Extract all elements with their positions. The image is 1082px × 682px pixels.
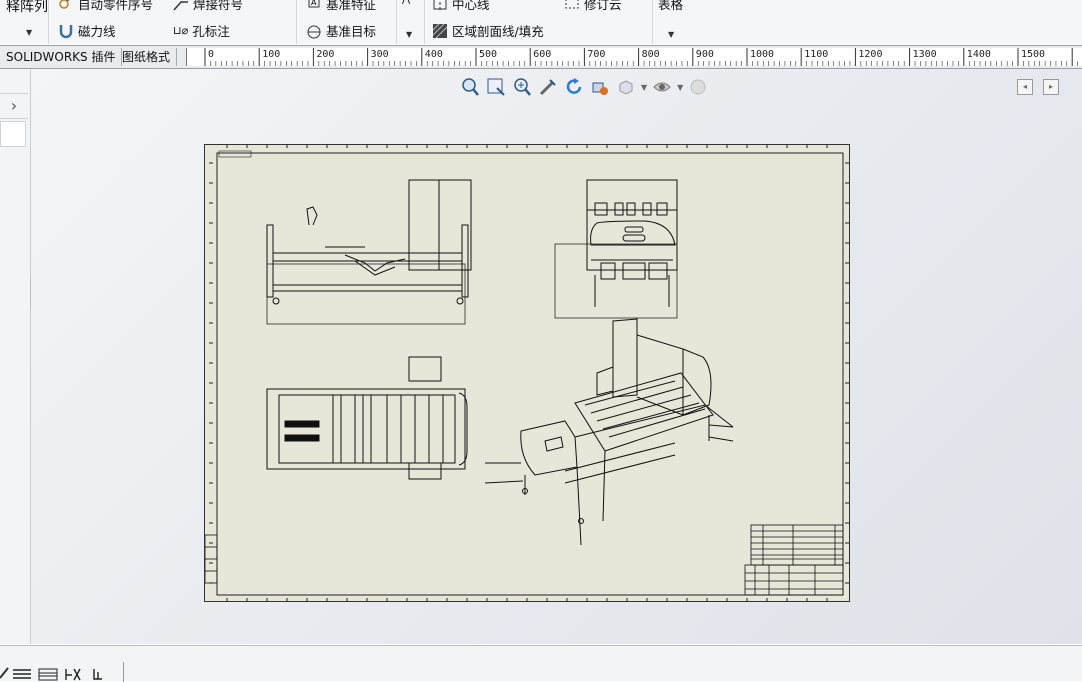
magnetic-line-icon	[59, 24, 73, 38]
magnetic-line-button[interactable]: 磁力线	[58, 21, 116, 40]
expand-panel-button[interactable]: ›	[0, 93, 28, 119]
area-hatch-icon	[432, 23, 448, 38]
magnetic-line-label: 磁力线	[78, 24, 116, 39]
zoom-in-out-icon[interactable]	[511, 77, 533, 97]
ruler-label: 100	[262, 49, 281, 60]
heads-up-view-toolbar: ▼ ▼	[459, 77, 709, 97]
chevron-down-icon[interactable]: ▼	[668, 30, 674, 39]
datum-feature-button[interactable]: A 基准特征	[306, 0, 376, 13]
feature-manager-collapsed: ›	[0, 69, 31, 644]
ruler-label: 1400	[966, 49, 991, 60]
pan-icon[interactable]	[537, 77, 559, 97]
view-orientation-icon[interactable]	[589, 77, 611, 97]
ruler-label: 1100	[804, 49, 829, 60]
tab-label: SOLIDWORKS 插件	[6, 50, 116, 64]
datum-feature-label: 基准特征	[326, 0, 377, 12]
table-icon[interactable]	[38, 668, 58, 681]
weld-symbol-icon	[173, 0, 188, 10]
chevron-down-icon[interactable]: ▼	[677, 83, 683, 92]
ruler-label: 300	[370, 49, 389, 60]
centerline-button[interactable]: 中心线	[432, 0, 490, 13]
ruler-label: 1500	[1021, 49, 1046, 60]
chevron-left-icon: ◂	[1022, 82, 1027, 91]
chevron-down-icon[interactable]: ▼	[641, 83, 647, 92]
ruler-label: 800	[641, 49, 660, 60]
bottom-separator	[123, 662, 124, 682]
drawing-views	[204, 145, 849, 601]
ruler-label: 1300	[912, 49, 937, 60]
auto-balloon-label: 自动零件序号	[78, 0, 154, 12]
chevron-down-icon[interactable]: ▼	[406, 30, 412, 39]
zoom-to-fit-icon[interactable]	[459, 77, 481, 97]
ruler-label: 200	[316, 49, 335, 60]
hatch-icon[interactable]	[64, 667, 84, 681]
area-hatch-button[interactable]: 区域剖面线/填充	[432, 21, 544, 40]
chevron-right-icon: ›	[10, 96, 18, 115]
chevron-right-icon: ▸	[1048, 82, 1053, 91]
hole-callout-button[interactable]: ⊔⌀ 孔标注	[173, 21, 230, 40]
datum-target-label: 基准目标	[326, 24, 377, 39]
pattern-button[interactable]: 释阵列	[6, 0, 48, 16]
table-label: 表格	[658, 0, 684, 12]
chevron-icon: ⋀	[402, 0, 410, 5]
ruler-label: 1000	[750, 49, 775, 60]
appearance-icon[interactable]	[687, 77, 709, 97]
rotate-icon[interactable]	[563, 77, 585, 97]
ribbon-separator	[652, 0, 653, 44]
edit-icon[interactable]	[0, 666, 10, 680]
hole-callout-label: 孔标注	[192, 24, 230, 39]
next-view-button[interactable]: ▸	[1043, 79, 1059, 95]
tab-sheet-format[interactable]: 图纸格式	[116, 48, 178, 66]
ribbon-separator	[296, 0, 297, 44]
ruler-label: 900	[695, 49, 714, 60]
panel-tab[interactable]	[0, 121, 26, 147]
overflow-menu[interactable]: ⋀	[402, 0, 410, 5]
restore-view-button[interactable]: ◂	[1017, 79, 1033, 95]
ruler-label: 700	[587, 49, 606, 60]
revision-cloud-label: 修订云	[584, 0, 622, 12]
table-button[interactable]: 表格	[658, 0, 683, 13]
centerline-label: 中心线	[452, 0, 490, 12]
ribbon-toolbar: 释阵列 自动零件序号 焊接符号 A 基准特征 ⋀ 中心线 修订云 表格 ▼ 磁力…	[0, 0, 1082, 44]
command-manager-tabs: SOLIDWORKS 插件 图纸格式 0 100 200 300 400 500 600 70…	[0, 45, 1082, 69]
datum-feature-icon: A	[308, 0, 320, 7]
centerline-icon	[433, 0, 447, 11]
datum-target-button[interactable]: 基准目标	[306, 21, 376, 40]
weld-symbol-button[interactable]: 焊接符号	[173, 0, 243, 13]
anchor-icon[interactable]	[90, 667, 106, 681]
revision-cloud-button[interactable]: 修订云	[564, 0, 622, 13]
ruler-label: 600	[533, 49, 552, 60]
auto-balloon-icon	[59, 0, 70, 9]
horizontal-ruler: 0 100 200 300 400 500 600 700 800 900 1000 1100 1200…	[186, 48, 1082, 66]
list-icon[interactable]	[12, 668, 32, 681]
ruler-label: 0	[208, 49, 215, 60]
zoom-to-area-icon[interactable]	[485, 77, 507, 97]
tab-label: 图纸格式	[122, 50, 171, 64]
ruler-label: 400	[424, 49, 443, 60]
drawing-sheet[interactable]	[204, 144, 850, 602]
area-hatch-label: 区域剖面线/填充	[452, 24, 544, 39]
hide-show-icon[interactable]	[651, 77, 673, 97]
ruler-label: 1200	[858, 49, 883, 60]
svg-text:A: A	[311, 0, 317, 7]
tab-solidworks-addins[interactable]: SOLIDWORKS 插件	[0, 48, 123, 66]
ribbon-separator	[424, 0, 425, 44]
datum-target-icon	[307, 25, 321, 38]
hole-callout-icon: ⊔⌀	[173, 24, 189, 37]
bottom-toolbar	[0, 645, 1082, 682]
weld-symbol-label: 焊接符号	[193, 0, 244, 12]
ribbon-separator	[48, 0, 49, 44]
chevron-down-icon[interactable]: ▼	[26, 28, 32, 37]
ruler-label: 500	[479, 49, 498, 60]
ribbon-separator	[396, 0, 397, 44]
pattern-label: 释阵列	[6, 0, 48, 15]
auto-balloon-button[interactable]: 自动零件序号	[58, 0, 153, 13]
display-style-icon[interactable]	[615, 77, 637, 97]
revision-cloud-icon	[565, 0, 579, 8]
